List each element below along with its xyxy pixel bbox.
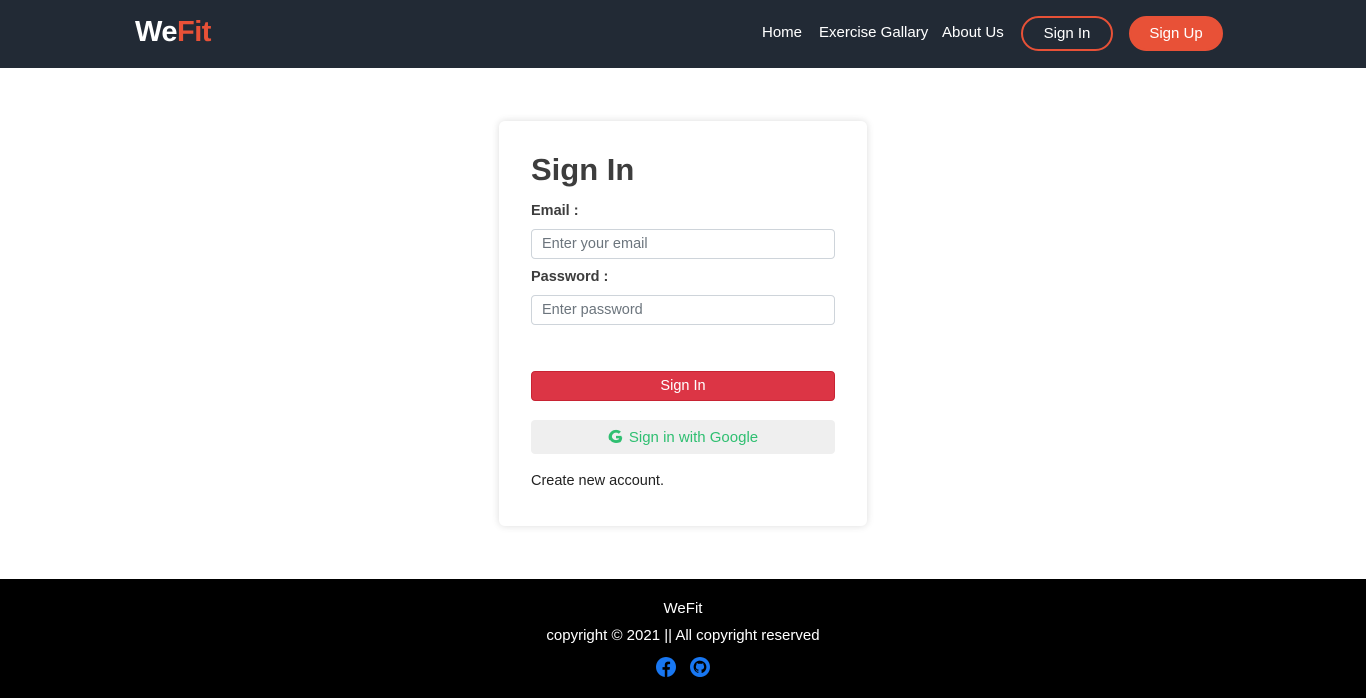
google-sign-in-button[interactable]: Sign in with Google	[531, 420, 835, 454]
email-field[interactable]	[531, 229, 835, 259]
google-icon	[608, 429, 624, 445]
sign-in-card: Sign In Email : Password : Sign In Sign …	[499, 121, 867, 526]
password-label: Password :	[531, 269, 609, 285]
nav-home[interactable]: Home	[762, 22, 802, 44]
nav-sign-up-button[interactable]: Sign Up	[1129, 16, 1223, 51]
footer: WeFit copyright © 2021 || All copyright …	[0, 579, 1366, 698]
password-field[interactable]	[531, 295, 835, 325]
footer-brand: WeFit	[663, 600, 703, 617]
github-icon[interactable]	[689, 656, 711, 678]
google-sign-in-label: Sign in with Google	[628, 428, 759, 446]
page-title: Sign In	[531, 152, 635, 187]
email-label: Email :	[531, 203, 579, 219]
nav-about-us[interactable]: About Us	[942, 22, 1004, 44]
navbar: WeFit Home Exercise Gallary About Us Sig…	[0, 0, 1366, 68]
facebook-icon[interactable]	[655, 656, 677, 678]
create-account-link[interactable]: Create new account.	[531, 471, 664, 491]
nav-sign-in-button[interactable]: Sign In	[1021, 16, 1113, 51]
sign-in-button[interactable]: Sign In	[531, 371, 835, 401]
brand-logo[interactable]: WeFit	[135, 14, 211, 50]
brand-fit: Fit	[176, 16, 211, 48]
footer-copyright: copyright © 2021 || All copyright reserv…	[546, 627, 820, 644]
brand-we: We	[135, 16, 177, 48]
footer-social-icons	[0, 656, 1366, 678]
nav-exercise-gallery[interactable]: Exercise Gallary	[819, 22, 928, 44]
